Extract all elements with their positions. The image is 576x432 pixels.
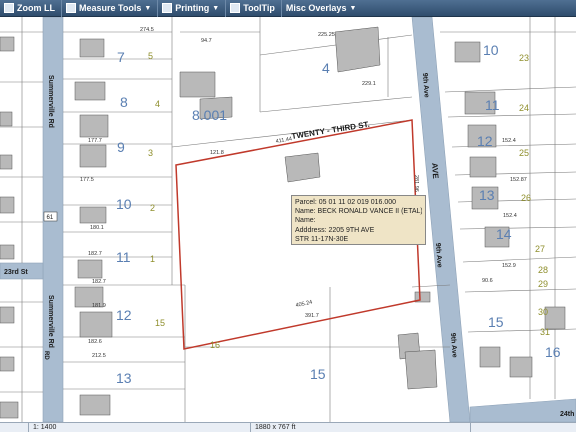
sublot-number: 2 [150,203,155,213]
dimension-label: 180.1 [90,225,104,231]
tooltip-label: ToolTip [243,3,275,13]
sublot-number: 15 [155,318,165,328]
dimension-label: 177.7 [88,138,102,144]
sublot-number: 5 [148,51,153,61]
dimension-label: 182.7 [92,279,106,285]
map-toolbar: Zoom LL Measure Tools ▼ Printing ▼ ToolT… [0,0,576,17]
section-township-range: STR 11-17N-30E [295,235,349,243]
ave-label: AVE [430,163,440,180]
dimension-label: 177.5 [80,177,94,183]
lot-number: 14 [496,226,512,242]
lot-number: 7 [117,49,125,65]
sublot-number: 23 [519,53,529,63]
map-canvas[interactable]: 61 TWENTY - THIRD ST. AVE 9th Ave 9th Av… [0,17,576,422]
tooltip-toggle[interactable]: ToolTip [226,0,282,17]
dimension-label: 225.25 [318,32,335,38]
building-footprints [0,26,566,419]
zoom-icon [4,3,14,13]
dimension-label: 94.7 [201,38,212,44]
sublot-number: 24 [519,103,529,113]
dimension-label: 152.4 [502,138,516,144]
dimension-label: 90.6 [482,278,493,284]
lot-number: 12 [116,307,132,323]
lot-number: 10 [116,196,132,212]
zoom-ll-label: Zoom LL [17,3,55,13]
chevron-down-icon: ▼ [144,4,152,12]
tooltip-icon [230,3,241,13]
scale-readout: 1: 1400 [28,423,88,432]
summerville-rd-label-1: Summerville Rd [47,75,54,128]
printer-icon [162,3,173,13]
lot-number: 12 [477,133,493,149]
sublot-number: 25 [519,148,529,158]
status-bar: 1: 1400 1880 x 767 ft [0,422,576,432]
dimension-label: 274.5 [140,27,154,33]
sublot-number: 27 [535,244,545,254]
dimension-label: 121.8 [210,150,224,156]
dimension-label: 229.1 [362,81,376,87]
lot-number: 11 [116,249,131,265]
sublot-number: 16 [210,340,220,350]
zoom-ll-button[interactable]: Zoom LL [0,0,62,17]
owner-name-2: Name: [295,217,316,225]
ruler-icon [66,3,76,13]
chevron-down-icon: ▼ [349,4,357,12]
chevron-down-icon: ▼ [212,4,220,12]
lot-number: 15 [488,314,504,330]
misc-overlays-menu[interactable]: Misc Overlays ▼ [282,0,362,17]
dimension-label: 181.9 [92,303,106,309]
sublot-number: 3 [148,148,153,158]
lot-number: 8 [120,94,128,110]
parcel-info-popup: Parcel: 05 01 11 02 019 016.000 Name: BE… [291,195,426,245]
parcel-id: Parcel: 05 01 11 02 019 016.000 [295,199,397,206]
lot-number: 15 [310,366,326,382]
twenty-fourth-st-label: 24th [560,411,574,418]
printing-menu[interactable]: Printing ▼ [158,0,227,17]
misc-overlays-label: Misc Overlays [285,3,347,13]
sublot-number: 29 [538,279,548,289]
dimension-label: 281.96 [413,175,419,192]
dimension-label: 391.7 [305,313,319,319]
sublot-number: 26 [521,193,531,203]
extent-readout: 1880 x 767 ft [250,423,340,432]
lot-number: 13 [479,187,495,203]
summerville-rd-label-2: Summerville Rd [47,295,54,348]
dimension-label: 405.24 [295,300,313,309]
lot-number: 10 [483,42,499,58]
lot-number: 9 [117,139,125,155]
printing-label: Printing [175,3,210,13]
lot-number: 8.001 [192,107,227,123]
sublot-number: 1 [150,254,155,264]
sublot-number: 28 [538,265,548,275]
dimension-label: 152.87 [510,177,527,183]
status-panel [470,423,576,432]
lot-number: 13 [116,370,132,386]
dimension-label: 182.7 [88,251,102,257]
owner-name: Name: BECK RONALD VANCE II (ETAL) [295,208,422,216]
twenty-third-st-label: TWENTY - THIRD ST. [291,120,370,141]
twenty-third-st-label-west: 23rd St [4,269,28,276]
sublot-number: 31 [540,327,550,337]
parcel-address: Adddress: 2205 9TH AVE [295,226,375,234]
rd-label: RD [43,351,49,360]
sublot-number: 4 [155,99,160,109]
measure-tools-label: Measure Tools [79,3,142,13]
dimension-label: 152.9 [502,263,516,269]
lot-number: 11 [485,97,500,113]
lot-number: 16 [545,344,561,360]
measure-tools-menu[interactable]: Measure Tools ▼ [62,0,159,17]
lot-number: 4 [322,60,330,76]
route-61-label: 61 [47,215,54,221]
dimension-label: 182.6 [88,339,102,345]
sublot-number: 30 [538,307,548,317]
dimension-label: 212.5 [92,353,106,359]
dimension-label: 152.4 [503,213,517,219]
